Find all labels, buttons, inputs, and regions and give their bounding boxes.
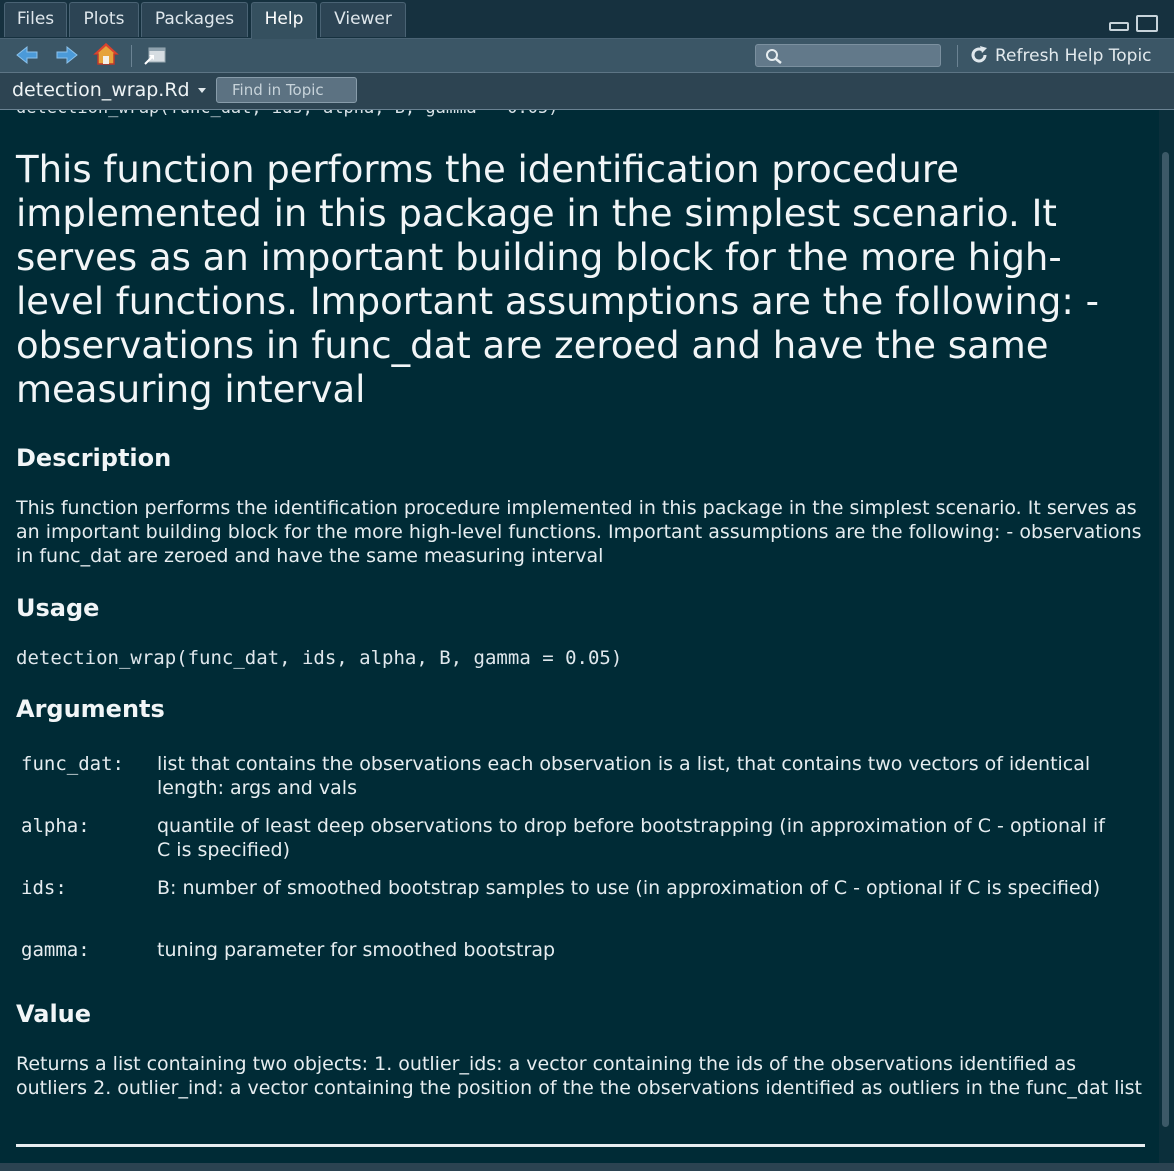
argument-name: alpha: xyxy=(21,815,90,837)
tab-help[interactable]: Help xyxy=(251,2,317,39)
description-text: This function performs the identificatio… xyxy=(16,497,1142,567)
argument-description: B: number of smoothed bootstrap samples … xyxy=(157,877,1101,899)
refresh-icon xyxy=(971,46,987,63)
minimize-pane-icon[interactable] xyxy=(1109,22,1129,31)
topic-name: detection_wrap.Rd xyxy=(12,79,190,101)
value-heading: Value xyxy=(16,1000,92,1028)
tab-viewer[interactable]: Viewer xyxy=(320,2,406,37)
scrollbar-thumb[interactable] xyxy=(1162,152,1169,1127)
tab-files[interactable]: Files xyxy=(4,2,67,37)
page-title: This function performs the identificatio… xyxy=(16,148,1099,411)
forward-arrow-icon[interactable] xyxy=(55,44,79,66)
maximize-pane-icon[interactable] xyxy=(1136,15,1158,32)
refresh-help-topic-button[interactable]: Refresh Help Topic xyxy=(969,42,1152,70)
tab-packages[interactable]: Packages xyxy=(141,2,248,37)
argument-description: list that contains the observations each… xyxy=(157,753,1091,799)
topic-bar: detection_wrap.Rd Find in Topic xyxy=(0,73,1174,110)
help-toolbar: Refresh Help Topic xyxy=(0,39,1174,73)
refresh-label: Refresh Help Topic xyxy=(995,46,1152,66)
home-icon[interactable] xyxy=(93,42,119,66)
usage-code: detection_wrap(func_dat, ids, alpha, B, … xyxy=(16,647,623,669)
argument-name: gamma: xyxy=(21,939,90,961)
topic-dropdown[interactable]: detection_wrap.Rd xyxy=(12,77,206,103)
search-icon xyxy=(766,49,782,64)
footer-divider xyxy=(16,1144,1145,1147)
find-in-topic-input[interactable]: Find in Topic xyxy=(216,77,357,103)
argument-name: ids: xyxy=(21,877,67,899)
help-search-input[interactable] xyxy=(755,44,941,67)
pane-tab-bar: Files Plots Packages Help Viewer xyxy=(0,0,1174,39)
tab-plots[interactable]: Plots xyxy=(69,2,139,37)
clipped-usage-line: detection_wrap(func_dat, ids, alpha, B, … xyxy=(16,110,558,118)
value-text: Returns a list containing two objects: 1… xyxy=(16,1053,1142,1099)
arguments-heading: Arguments xyxy=(16,695,165,723)
chevron-down-icon xyxy=(197,88,206,93)
argument-description: quantile of least deep observations to d… xyxy=(157,815,1105,861)
help-content: detection_wrap(func_dat, ids, alpha, B, … xyxy=(0,110,1159,1163)
argument-name: func_dat: xyxy=(21,753,124,775)
show-in-new-window-icon[interactable] xyxy=(143,46,167,66)
toolbar-separator xyxy=(957,45,958,67)
description-heading: Description xyxy=(16,444,172,472)
toolbar-separator xyxy=(131,45,132,67)
argument-description: tuning parameter for smoothed bootstrap xyxy=(157,939,556,961)
back-arrow-icon[interactable] xyxy=(15,44,39,66)
usage-heading: Usage xyxy=(16,594,100,622)
pane-bottom-border xyxy=(0,1163,1174,1171)
